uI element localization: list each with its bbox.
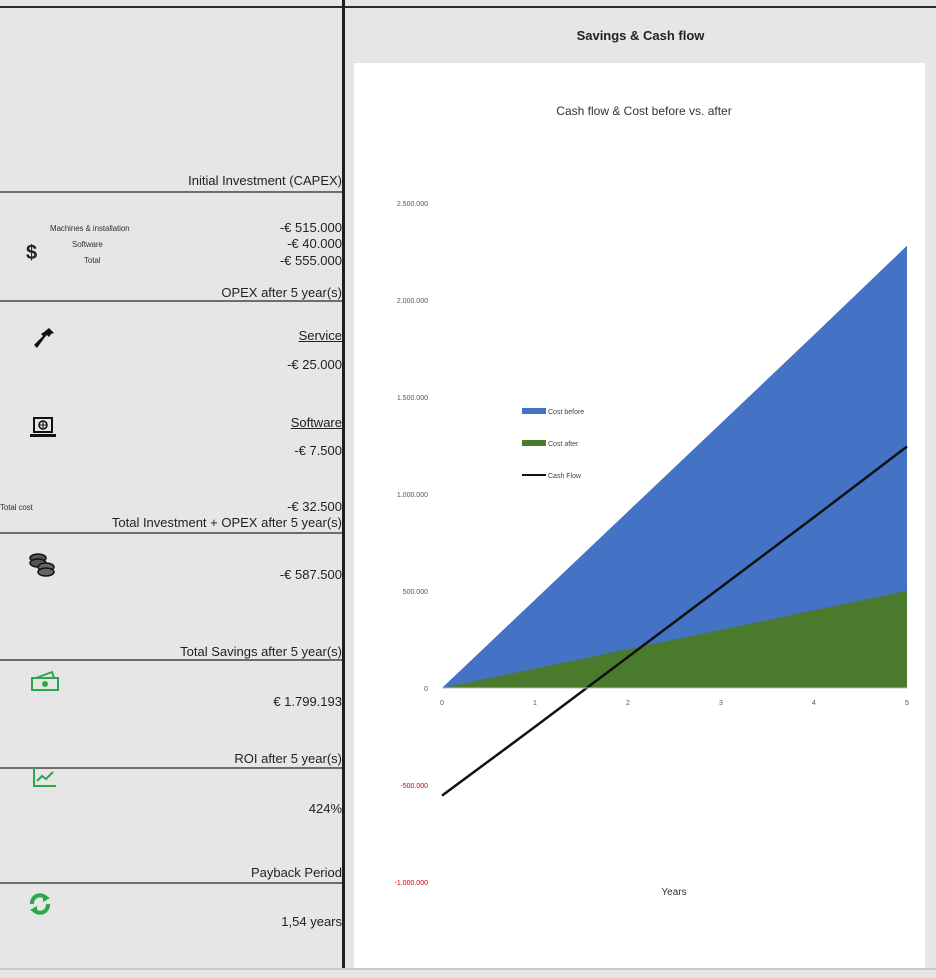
right-panel-header: Savings & Cash flow (576, 28, 705, 43)
chart-container: Cash flow & Cost before vs. after -1.000… (354, 63, 925, 968)
payback-value: 1,54 years (281, 914, 342, 929)
y-tick-label: -500.000 (400, 783, 428, 790)
trend-chart-icon (33, 767, 56, 787)
legend-swatch (522, 440, 546, 446)
y-axis: -1.000.000 -500.000 0 500.000 1.000.000 1.500… (395, 201, 429, 887)
capex-total-label: Total (84, 256, 101, 265)
savings-cashflow-panel: Savings & Cash flow Cash flow & Cost bef… (345, 8, 936, 968)
dollar-icon: $ (26, 242, 38, 264)
x-tick-label: 0 (440, 700, 444, 707)
total-cost-value: -€ 32.500 (287, 499, 342, 514)
legend: Cost before Cost after Cash Flow (522, 408, 584, 480)
capex-title: Initial Investment (CAPEX) (188, 173, 342, 188)
total-cost-label: Total cost (0, 503, 33, 512)
y-tick-label: 2.000.000 (397, 298, 428, 305)
capex-software-value: -€ 40.000 (287, 236, 342, 251)
x-tick-label: 1 (533, 700, 537, 707)
service-label: Service (298, 328, 342, 343)
opex-software-value: -€ 7.500 (294, 443, 342, 458)
x-tick-label: 5 (905, 700, 909, 707)
savings-divider (0, 659, 342, 661)
y-tick-label: 2.500.000 (397, 201, 428, 208)
cashflow-chart: Cash flow & Cost before vs. after -1.000… (395, 104, 910, 898)
opex-software-label: Software (290, 415, 342, 430)
payback-divider (0, 882, 342, 884)
capex-divider (0, 191, 342, 193)
money-icon (31, 670, 59, 691)
total-investment-divider (0, 532, 342, 534)
total-investment-value: -€ 587.500 (279, 567, 342, 582)
x-tick-label: 4 (812, 700, 816, 707)
bottom-border (0, 968, 936, 970)
capex-total-value: -€ 555.000 (279, 253, 342, 268)
chart-title: Cash flow & Cost before vs. after (556, 104, 731, 118)
y-tick-label: 0 (424, 686, 428, 693)
legend-swatch (522, 408, 546, 414)
savings-value: € 1.799.193 (273, 694, 342, 709)
legend-label: Cost before (548, 409, 584, 416)
machines-label: Machines & installation (50, 224, 130, 233)
y-tick-label: 1.000.000 (397, 492, 428, 499)
payback-title: Payback Period (250, 865, 342, 880)
opex-title: OPEX after 5 year(s) (221, 285, 342, 300)
x-tick-label: 3 (719, 700, 723, 707)
y-tick-label: -1.000.000 (395, 880, 429, 887)
kpi-panel: Initial Investment (CAPEX) Machines & in… (0, 8, 342, 968)
legend-label: Cost after (548, 441, 579, 448)
service-value: -€ 25.000 (287, 357, 342, 372)
x-axis-label: Years (661, 887, 686, 898)
x-axis: 0 1 2 3 4 5 (440, 700, 909, 707)
coins-icon (29, 553, 55, 577)
roi-title: ROI after 5 year(s) (234, 751, 342, 766)
total-investment-title: Total Investment + OPEX after 5 year(s) (111, 515, 342, 530)
refresh-icon (30, 893, 50, 915)
series-layer (441, 245, 908, 797)
savings-title: Total Savings after 5 year(s) (180, 644, 342, 659)
x-tick-label: 2 (626, 700, 630, 707)
y-tick-label: 500.000 (403, 589, 428, 596)
laptop-software-icon (30, 417, 56, 437)
opex-divider (0, 300, 342, 302)
machines-value: -€ 515.000 (279, 220, 342, 235)
capex-software-label: Software (72, 240, 103, 249)
wrench-icon (34, 328, 54, 348)
legend-label: Cash Flow (548, 473, 582, 480)
roi-value: 424% (308, 801, 342, 816)
y-tick-label: 1.500.000 (397, 395, 428, 402)
